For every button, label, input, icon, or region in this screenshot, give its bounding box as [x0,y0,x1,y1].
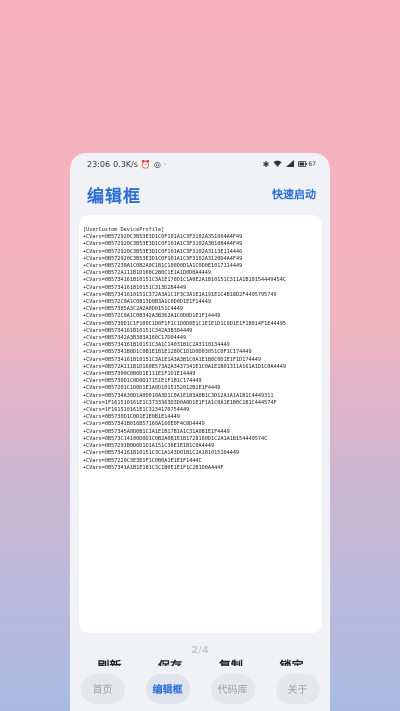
phone-screen: 23:06 0.3K/s ⏰ ◎ · ✱ 67 编辑框 快速启动 [UserCu… [70,153,330,711]
editor-textarea[interactable]: [UserCustom DeviceProfile] +CVars=0B5729… [83,227,317,603]
nav-code-library[interactable]: 代码库 [210,673,255,704]
nav-editor[interactable]: 编辑框 [145,673,190,704]
alarm-icon: ⏰ [140,159,151,169]
bottom-nav: 首页 编辑框 代码库 关于 [70,666,330,711]
battery-level: 67 [308,160,316,168]
bluetooth-icon: ✱ [262,159,270,169]
network-speed: 0.3K/s [113,159,138,169]
status-time: 23:06 [87,159,111,169]
app-bar: 编辑框 快速启动 [70,175,330,213]
signal-icon [286,159,295,169]
wifi-icon [273,160,282,169]
dot-icon: · [163,159,167,169]
nav-home[interactable]: 首页 [80,673,125,704]
nav-about[interactable]: 关于 [275,673,320,704]
editor-card: [UserCustom DeviceProfile] +CVars=0B5729… [79,215,322,633]
sync-icon: ◎ [153,159,161,169]
quick-launch-button[interactable]: 快速启动 [272,186,316,202]
status-bar: 23:06 0.3K/s ⏰ ◎ · ✱ 67 [70,153,330,175]
battery-icon: 67 [298,161,316,168]
page-title: 编辑框 [87,186,141,207]
